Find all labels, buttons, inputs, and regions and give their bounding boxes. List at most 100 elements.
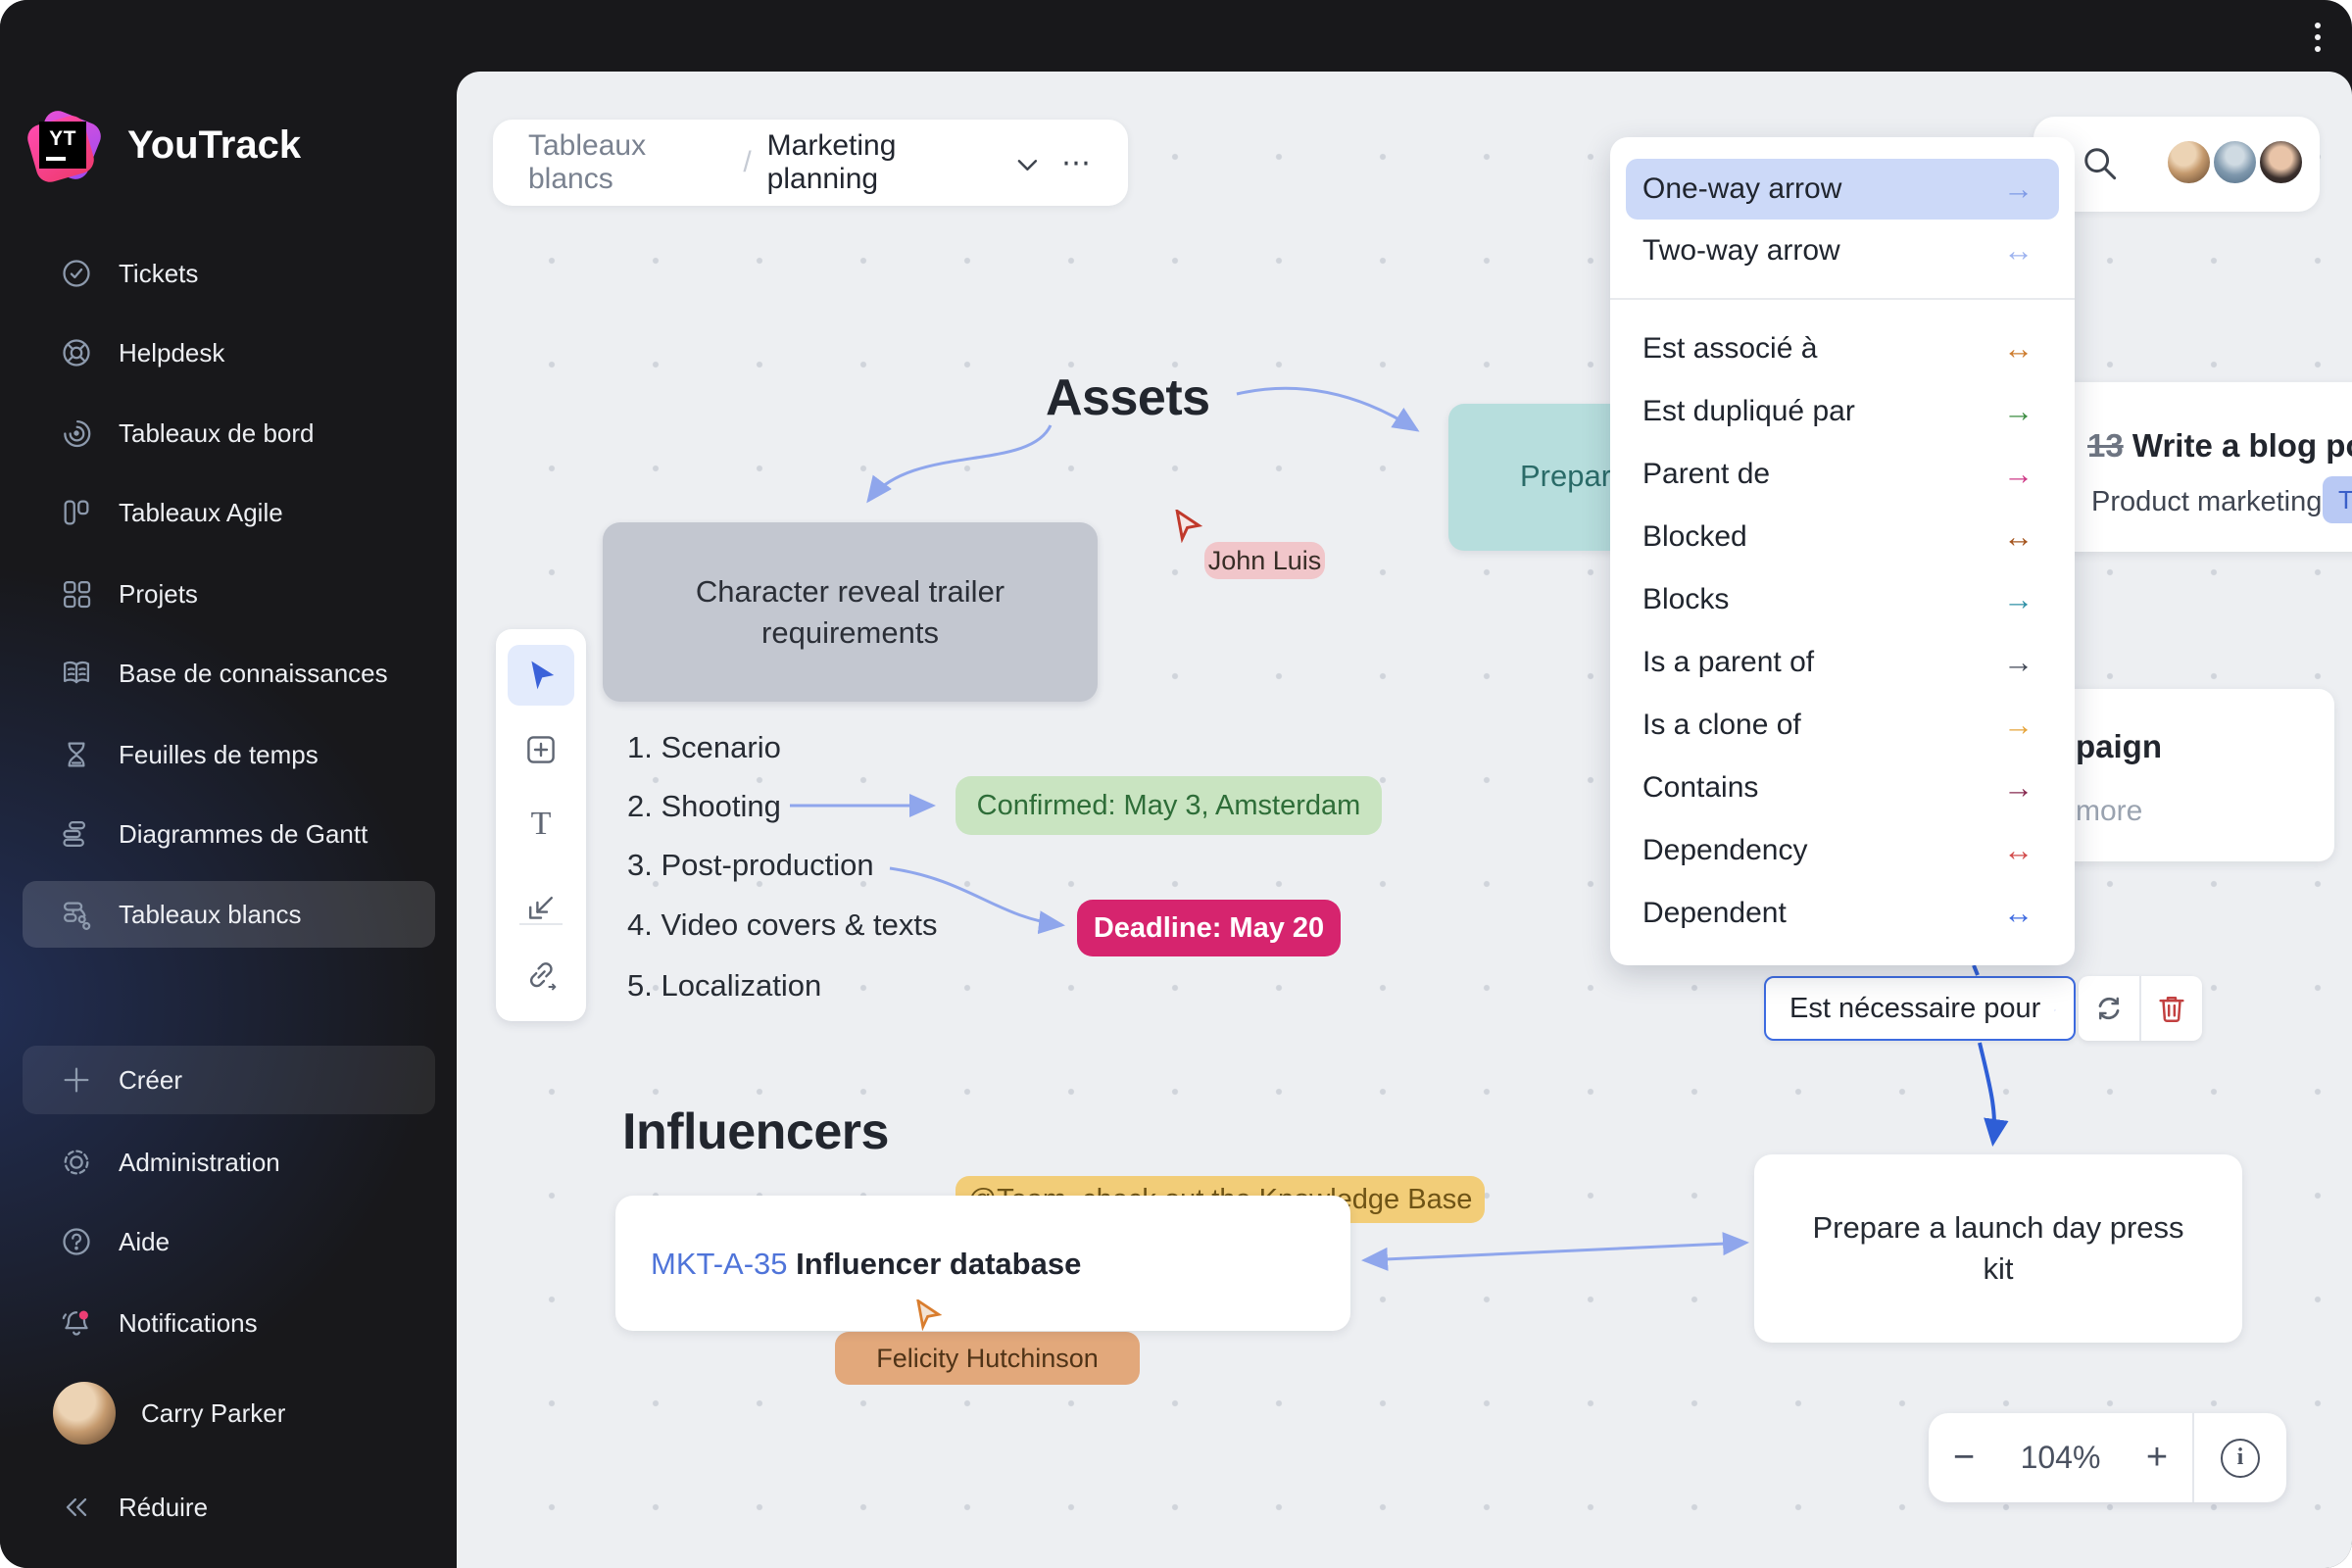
chevron-down-icon (2054, 1004, 2056, 1016)
arrow-glyph-icon: → (2003, 645, 2034, 680)
checklist-item[interactable]: 4. Video covers & texts (627, 907, 937, 943)
app-window: YT YouTrack Tickets Helpdesk Tableaux de… (0, 0, 2352, 1568)
trash-icon (2155, 992, 2188, 1025)
link-icon (523, 957, 559, 993)
arrow-glyph-icon: → (2003, 394, 2034, 429)
menu-item-est-duplique-par[interactable]: Est dupliqué par→ (1626, 381, 2059, 442)
checklist-item[interactable]: 5. Localization (627, 968, 821, 1004)
collaborator-avatar[interactable] (2258, 139, 2304, 185)
arrow-glyph-icon: ↔ (2003, 833, 2034, 868)
menu-item-one-way-arrow[interactable]: One-way arrow→ (1626, 159, 2059, 220)
agile-board-icon (60, 496, 93, 529)
arrow-glyph-icon: ↔ (2003, 519, 2034, 555)
search-icon[interactable] (2081, 144, 2120, 183)
menu-item-contains[interactable]: Contains→ (1626, 758, 2059, 818)
issue-card-influencer-database[interactable]: MKT-A-35 Influencer database (615, 1196, 1350, 1331)
menu-item-is-a-clone-of[interactable]: Is a clone of→ (1626, 695, 2059, 756)
canvas-text-influencers[interactable]: Influencers (622, 1102, 889, 1161)
checklist-item[interactable]: 2. Shooting (627, 789, 781, 824)
breadcrumb-page[interactable]: Marketing planning (767, 129, 1003, 196)
swap-direction-button[interactable] (2079, 976, 2139, 1041)
whiteboard-icon (60, 898, 93, 931)
sidebar-item-projects[interactable]: Projets (23, 561, 435, 627)
arrow-glyph-icon: → (2003, 708, 2034, 743)
connector-tool[interactable] (508, 878, 574, 939)
menu-item-two-way-arrow[interactable]: Two-way arrow↔ (1626, 220, 2059, 281)
info-button[interactable]: i (2194, 1439, 2286, 1478)
press-kit-card[interactable]: Prepare a launch day press kit (1754, 1154, 2242, 1343)
app-name: YouTrack (127, 123, 301, 168)
sidebar-item-dashboards[interactable]: Tableaux de bord (23, 400, 435, 466)
john-cursor-label: John Luis (1204, 542, 1325, 579)
sidebar-item-notifications[interactable]: Notifications (23, 1290, 435, 1356)
john-cursor-icon (1174, 510, 1203, 543)
sidebar-item-help[interactable]: Aide (23, 1208, 435, 1275)
hourglass-icon (60, 738, 93, 771)
confirmed-badge[interactable]: Confirmed: May 3, Amsterdam (956, 776, 1382, 835)
menu-item-est-associe-a[interactable]: Est associé à↔ (1626, 318, 2059, 379)
sidebar-item-timesheets[interactable]: Feuilles de temps (23, 721, 435, 788)
select-tool[interactable] (508, 645, 574, 706)
book-icon (60, 657, 93, 690)
chevron-down-icon[interactable] (1017, 159, 1038, 172)
collapse-sidebar-button[interactable]: Réduire (23, 1474, 435, 1541)
issue-tag[interactable]: T (2323, 476, 2352, 523)
sidebar-item-helpdesk[interactable]: Helpdesk (23, 319, 435, 386)
zoom-level: 104% (1999, 1440, 2122, 1476)
check-circle-icon (60, 257, 93, 290)
text-tool[interactable]: T (508, 794, 574, 855)
sidebar-item-gantt-charts[interactable]: Diagrammes de Gantt (23, 801, 435, 867)
link-type-menu: One-way arrow→ Two-way arrow↔ Est associ… (1610, 137, 2075, 965)
issue-id[interactable]: MKT-A-35 (651, 1247, 788, 1281)
felicity-cursor-icon (915, 1299, 943, 1331)
collaborator-avatar[interactable] (2212, 139, 2258, 185)
collaborator-avatar[interactable] (2166, 139, 2212, 185)
link-action-buttons (2079, 976, 2202, 1041)
text-tool-icon: T (531, 806, 552, 843)
bell-icon (60, 1306, 93, 1340)
menu-item-blocked[interactable]: Blocked↔ (1626, 507, 2059, 567)
help-circle-icon (60, 1225, 93, 1258)
create-button[interactable]: Créer (23, 1046, 435, 1114)
user-menu[interactable]: Carry Parker (23, 1380, 435, 1446)
sidebar-item-administration[interactable]: Administration (23, 1129, 435, 1196)
sidebar-item-whiteboards[interactable]: Tableaux blancs (23, 881, 435, 948)
menu-item-parent-de[interactable]: Parent de→ (1626, 444, 2059, 505)
plus-icon (60, 1063, 93, 1097)
link-relation-selector[interactable]: Est nécessaire pour (1764, 976, 2076, 1041)
zoom-out-button[interactable]: − (1929, 1437, 1999, 1479)
breadcrumb-section[interactable]: Tableaux blancs (528, 129, 727, 196)
gear-icon (60, 1146, 93, 1179)
checklist-item[interactable]: 1. Scenario (627, 730, 781, 765)
user-name: Carry Parker (141, 1398, 285, 1429)
lifebuoy-icon (60, 336, 93, 369)
add-shape-tool[interactable] (508, 719, 574, 780)
canvas-text-assets[interactable]: Assets (1046, 368, 1210, 427)
menu-item-blocks[interactable]: Blocks→ (1626, 569, 2059, 630)
board-options-icon[interactable]: ⋯ (1061, 146, 1093, 180)
canvas-toolbar: T (496, 629, 586, 1021)
collaborators-panel (2034, 117, 2320, 212)
gray-note[interactable]: Character reveal trailerrequirements (603, 522, 1098, 702)
sidebar-item-agile-boards[interactable]: Tableaux Agile (23, 479, 435, 546)
swap-icon (2091, 991, 2127, 1026)
delete-link-button[interactable] (2141, 976, 2202, 1041)
menu-item-dependency[interactable]: Dependency↔ (1626, 820, 2059, 881)
youtrack-logo-icon: YT (27, 110, 104, 184)
double-chevron-left-icon (60, 1491, 93, 1524)
sidebar-item-tickets[interactable]: Tickets (23, 240, 435, 307)
issue-id-resolved: 13 (2087, 427, 2124, 464)
whiteboard-canvas[interactable]: Tableaux blancs / Marketing planning ⋯ A… (457, 72, 2352, 1568)
sidebar: YT YouTrack Tickets Helpdesk Tableaux de… (0, 0, 457, 1568)
window-menu-icon[interactable] (2315, 23, 2321, 52)
menu-item-is-a-parent-of[interactable]: Is a parent of→ (1626, 632, 2059, 693)
menu-item-dependent[interactable]: Dependent↔ (1626, 883, 2059, 944)
arrow-glyph-icon: ↔ (2003, 896, 2034, 931)
link-tool[interactable] (508, 945, 574, 1005)
deadline-badge[interactable]: Deadline: May 20 (1077, 900, 1341, 956)
sidebar-item-knowledge-base[interactable]: Base de connaissances (23, 640, 435, 707)
breadcrumb: Tableaux blancs / Marketing planning ⋯ (493, 120, 1128, 206)
checklist-item[interactable]: 3. Post-production (627, 848, 874, 883)
zoom-in-button[interactable]: + (2122, 1437, 2192, 1479)
arrow-glyph-icon: ↔ (2003, 233, 2034, 269)
